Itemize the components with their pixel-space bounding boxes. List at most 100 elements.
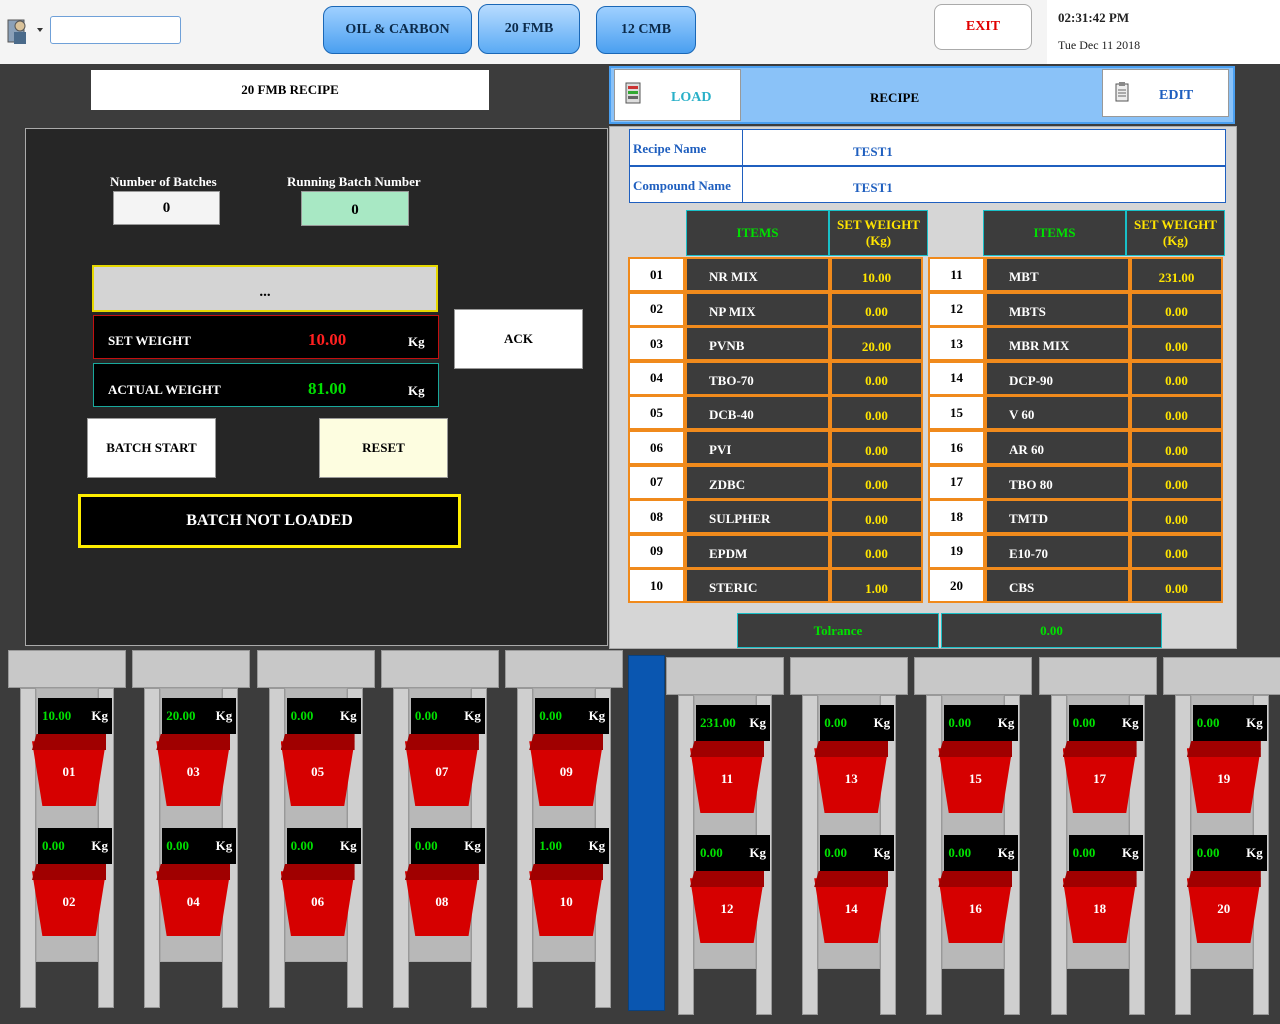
hopper-bin[interactable]: 14 — [814, 871, 889, 943]
weight-value: 0.00 — [290, 708, 314, 723]
weight-value: 0.00 — [539, 708, 562, 723]
weight-unit: Kg — [464, 708, 481, 723]
hopper-bin-label: 15 — [968, 771, 982, 786]
weight-value: 0.00 — [824, 845, 847, 860]
hopper-bin[interactable]: 08 — [404, 864, 479, 936]
recipe-row-weight[interactable]: 0.00 — [1130, 291, 1223, 327]
load-button[interactable]: LOAD — [614, 69, 741, 121]
hopper-bin[interactable]: 18 — [1062, 871, 1137, 943]
recipe-row-weight[interactable]: 0.00 — [1130, 430, 1223, 465]
exit-button[interactable]: EXIT — [934, 4, 1032, 50]
weight-display: 0.00 Kg — [820, 705, 895, 741]
recipe-row-item: TMTD — [985, 499, 1130, 535]
tolerance-value[interactable]: 0.00 — [941, 613, 1162, 648]
recipe-row-item: STERIC — [685, 568, 830, 604]
edit-label: EDIT — [1159, 88, 1194, 103]
search-input[interactable] — [50, 16, 181, 44]
recipe-row-weight[interactable]: 0.00 — [1130, 533, 1223, 569]
weight-value: 0.00 — [42, 838, 65, 853]
hopper-bin[interactable]: 07 — [404, 734, 479, 806]
recipe-row-number: 01 — [628, 257, 685, 292]
hopper-bin[interactable]: 10 — [529, 864, 604, 936]
recipe-row-weight[interactable]: 0.00 — [830, 291, 923, 327]
actual-weight-unit: Kg — [408, 383, 425, 398]
recipe-row-weight[interactable]: 10.00 — [830, 257, 923, 292]
recipe-row-weight[interactable]: 20.00 — [830, 326, 923, 362]
user-icon[interactable] — [6, 14, 44, 48]
recipe-row-number: 19 — [928, 533, 985, 569]
page-title: 20 FMB RECIPE — [91, 70, 489, 110]
weight-display: 1.00 Kg — [535, 828, 610, 864]
recipe-row-weight[interactable]: 0.00 — [1130, 464, 1223, 500]
hopper-bin[interactable]: 17 — [1062, 741, 1137, 813]
hopper-station: 0.00 Kg 15 0.00 Kg 16 — [914, 657, 1034, 1024]
weight-display: 0.00 Kg — [286, 698, 361, 734]
batch-start-button[interactable]: BATCH START — [87, 418, 216, 478]
recipe-row-weight[interactable]: 231.00 — [1130, 257, 1223, 292]
recipe-row-weight[interactable]: 0.00 — [830, 360, 923, 396]
weight-unit: Kg — [873, 845, 891, 860]
hopper-bin[interactable]: 12 — [690, 871, 764, 943]
recipe-row-weight[interactable]: 0.00 — [830, 395, 923, 431]
weight-unit: Kg — [588, 708, 606, 723]
recipe-row-number: 18 — [928, 499, 985, 535]
tab-oil-carbon[interactable]: OIL & CARBON — [323, 6, 472, 54]
hopper-bin[interactable]: 15 — [938, 741, 1013, 813]
weight-display: 0.00 Kg — [944, 835, 1019, 871]
recipe-row-weight[interactable]: 0.00 — [1130, 568, 1223, 604]
recipe-row-number: 13 — [928, 326, 985, 362]
edit-button[interactable]: EDIT — [1102, 69, 1229, 117]
tab-12-cmb[interactable]: 12 CMB — [596, 6, 696, 54]
hopper-bin-label: 16 — [968, 901, 982, 916]
batches-field[interactable]: 0 — [113, 191, 220, 225]
weight-value: 231.00 — [700, 715, 736, 730]
recipe-row-weight[interactable]: 0.00 — [830, 499, 923, 535]
weight-value: 0.00 — [414, 838, 438, 853]
set-weight-row: SET WEIGHT 10.00 Kg — [93, 315, 439, 359]
line-separator — [628, 655, 665, 1011]
tab-20-fmb[interactable]: 20 FMB — [478, 4, 580, 54]
recipe-row-number: 17 — [928, 464, 985, 500]
hopper-station: 0.00 Kg 05 0.00 Kg 06 — [256, 650, 377, 1020]
hopper-bin-label: 02 — [62, 894, 76, 909]
hopper-bin[interactable]: 02 — [32, 864, 106, 936]
actual-weight-value: 81.00 — [308, 379, 347, 398]
weight-unit: Kg — [339, 708, 357, 723]
hopper-bin[interactable]: 05 — [280, 734, 355, 806]
hopper-bin[interactable]: 19 — [1186, 741, 1261, 813]
ack-button[interactable]: ACK — [454, 309, 583, 369]
hopper-bin[interactable]: 11 — [690, 741, 764, 813]
setweight-header-right: SET WEIGHT (Kg) — [1126, 210, 1225, 256]
hopper-bin[interactable]: 16 — [938, 871, 1013, 943]
recipe-name-value[interactable]: TEST1 — [853, 144, 893, 160]
recipe-row-number: 06 — [628, 430, 685, 465]
recipe-row-weight[interactable]: 0.00 — [830, 430, 923, 465]
recipe-row-weight[interactable]: 0.00 — [1130, 326, 1223, 362]
recipe-row-item: ZDBC — [685, 464, 830, 500]
recipe-row-weight[interactable]: 1.00 — [830, 568, 923, 604]
hopper-bin[interactable]: 04 — [156, 864, 231, 936]
recipe-row-weight[interactable]: 0.00 — [1130, 395, 1223, 431]
reset-button[interactable]: RESET — [319, 418, 448, 478]
recipe-row-item: V 60 — [985, 395, 1130, 431]
hopper-bin[interactable]: 09 — [529, 734, 604, 806]
recipe-row-item: CBS — [985, 568, 1130, 604]
hopper-bin[interactable]: 03 — [156, 734, 231, 806]
compound-name-row: Compound Name TEST1 — [629, 166, 1226, 203]
hopper-bin[interactable]: 13 — [814, 741, 889, 813]
compound-name-value[interactable]: TEST1 — [853, 180, 893, 196]
recipe-row-item: TBO-70 — [685, 360, 830, 396]
recipe-row-weight[interactable]: 0.00 — [1130, 360, 1223, 396]
weight-value: 1.00 — [539, 838, 562, 853]
recipe-row-weight[interactable]: 0.00 — [830, 533, 923, 569]
weight-value: 0.00 — [166, 838, 190, 853]
weight-unit: Kg — [339, 838, 357, 853]
hopper-bin[interactable]: 01 — [32, 734, 106, 806]
recipe-row-number: 15 — [928, 395, 985, 431]
recipe-row-weight[interactable]: 0.00 — [830, 464, 923, 500]
hopper-bin[interactable]: 06 — [280, 864, 355, 936]
hopper-bin[interactable]: 20 — [1186, 871, 1261, 943]
recipe-row-weight[interactable]: 0.00 — [1130, 499, 1223, 535]
hopper-station: 231.00 Kg 11 0.00 Kg 12 — [666, 657, 786, 1024]
current-item-display: ... — [92, 265, 438, 312]
